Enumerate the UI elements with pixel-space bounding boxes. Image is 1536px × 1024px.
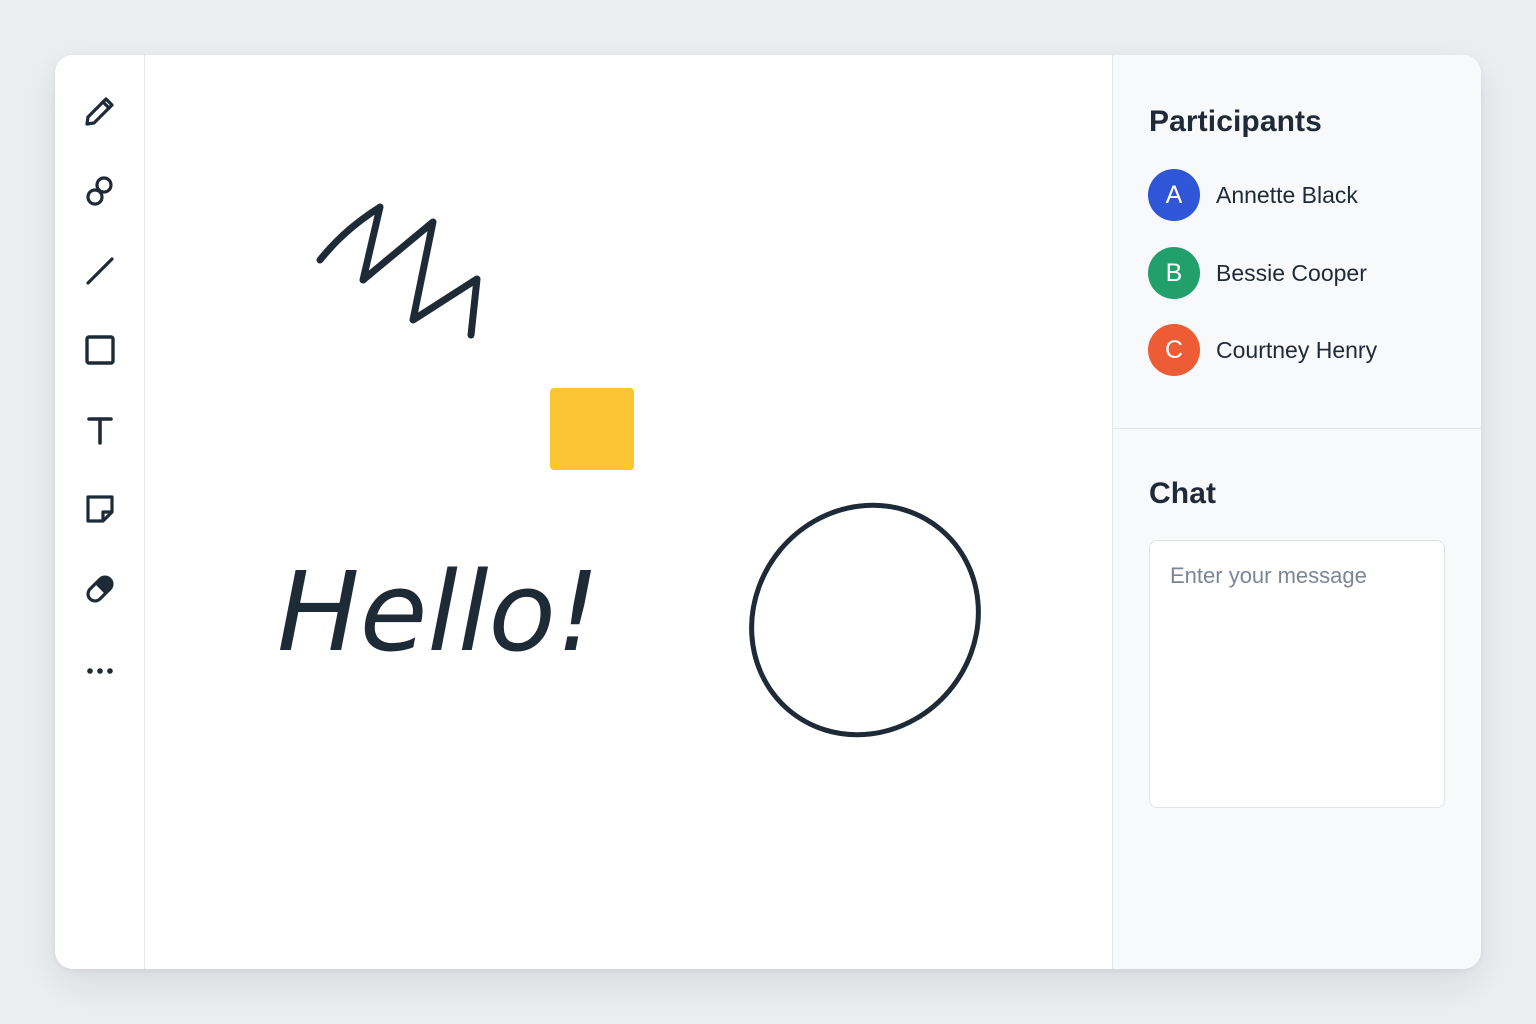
more-icon bbox=[82, 653, 118, 689]
participant-name: Annette Black bbox=[1216, 181, 1358, 208]
participant-name: Courtney Henry bbox=[1216, 336, 1378, 363]
line-icon bbox=[82, 253, 118, 289]
canvas-drawing-layer: Hello! bbox=[277, 203, 1025, 781]
section-divider bbox=[1113, 428, 1481, 429]
ellipse-shape[interactable] bbox=[705, 459, 1025, 781]
eraser-icon bbox=[82, 571, 118, 607]
participants-title: Participants bbox=[1149, 105, 1322, 138]
pencil-tool-button[interactable] bbox=[78, 89, 122, 133]
sticky-note-square[interactable] bbox=[550, 388, 634, 470]
participant-item[interactable]: C Courtney Henry bbox=[1148, 323, 1377, 377]
shapes-tool-button[interactable] bbox=[78, 169, 122, 213]
chat-message-input[interactable] bbox=[1149, 540, 1445, 808]
participant-item[interactable]: A Annette Black bbox=[1148, 168, 1358, 222]
pencil-icon bbox=[82, 93, 118, 129]
sticky-note-icon bbox=[82, 491, 118, 527]
whiteboard-app: Hello! Participants A Annette Black B Be… bbox=[55, 55, 1481, 969]
rectangle-icon bbox=[82, 332, 118, 368]
chat-title: Chat bbox=[1149, 477, 1217, 510]
line-tool-button[interactable] bbox=[78, 249, 122, 293]
eraser-tool-button[interactable] bbox=[78, 567, 122, 611]
hello-text-note[interactable]: Hello! bbox=[277, 548, 600, 676]
sticky-note-tool-button[interactable] bbox=[78, 487, 122, 531]
side-panel: Participants A Annette Black B Bessie Co… bbox=[1112, 55, 1481, 969]
text-icon bbox=[82, 412, 118, 448]
participant-item[interactable]: B Bessie Cooper bbox=[1148, 246, 1367, 300]
text-tool-button[interactable] bbox=[78, 408, 122, 452]
participant-name: Bessie Cooper bbox=[1216, 259, 1367, 286]
avatar: C bbox=[1148, 324, 1200, 376]
rectangle-tool-button[interactable] bbox=[78, 328, 122, 372]
zigzag-stroke[interactable] bbox=[316, 203, 481, 339]
tool-sidebar bbox=[55, 55, 145, 969]
more-tools-button[interactable] bbox=[78, 649, 122, 693]
avatar: A bbox=[1148, 169, 1200, 221]
avatar: B bbox=[1148, 247, 1200, 299]
shapes-icon bbox=[82, 173, 118, 209]
whiteboard-canvas[interactable]: Hello! bbox=[145, 55, 1112, 969]
